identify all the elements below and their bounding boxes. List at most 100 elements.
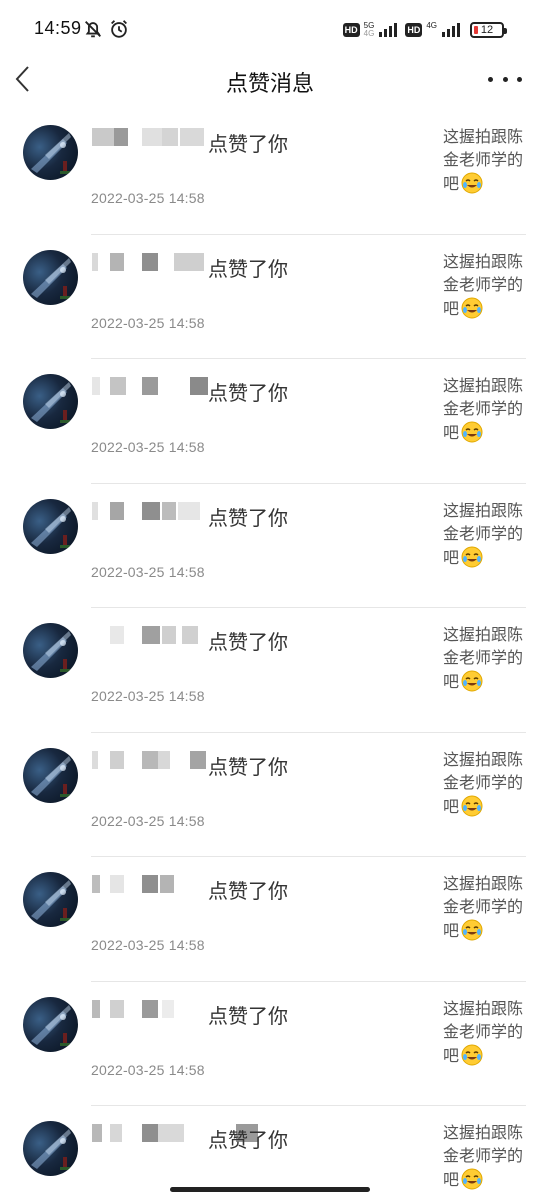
redaction-block bbox=[110, 750, 124, 769]
like-action-text: 点赞了你 bbox=[208, 507, 288, 530]
list-item[interactable]: 点赞了你 2022-03-25 14:58 这握拍跟陈金老师学的吧 bbox=[0, 733, 540, 857]
network-type-2: 4G bbox=[426, 21, 437, 30]
avatar[interactable] bbox=[23, 498, 78, 554]
redaction-block bbox=[110, 252, 124, 271]
laughing-crying-emoji-icon bbox=[461, 795, 483, 816]
redaction-block bbox=[190, 377, 208, 395]
post-preview[interactable]: 这握拍跟陈金老师学的吧 bbox=[443, 500, 529, 570]
redaction-block bbox=[160, 875, 174, 893]
redaction-block bbox=[110, 626, 124, 644]
redaction-block bbox=[158, 1124, 184, 1142]
username-redacted bbox=[92, 377, 208, 399]
redaction-block bbox=[174, 252, 204, 271]
avatar[interactable] bbox=[23, 249, 78, 305]
avatar[interactable] bbox=[23, 374, 78, 429]
redaction-block bbox=[162, 626, 176, 644]
redaction-block bbox=[142, 626, 160, 644]
username-redacted bbox=[92, 999, 208, 1022]
signal-bars-icon-2 bbox=[442, 23, 460, 37]
post-preview[interactable]: 这握拍跟陈金老师学的吧 bbox=[443, 749, 529, 819]
like-action-text: 点赞了你 bbox=[208, 258, 288, 281]
list-item[interactable]: 点赞了你 2022-03-25 14:58 这握拍跟陈金老师学的吧 bbox=[0, 484, 540, 608]
hd-badge: HD bbox=[342, 23, 360, 37]
battery-level: 12 bbox=[480, 24, 494, 36]
username-redacted bbox=[92, 1124, 258, 1146]
avatar[interactable] bbox=[23, 623, 78, 678]
like-action-text: 点赞了你 bbox=[208, 756, 288, 779]
timestamp: 2022-03-25 14:58 bbox=[91, 439, 205, 455]
laughing-crying-emoji-icon bbox=[461, 172, 483, 194]
redaction-block bbox=[92, 128, 114, 146]
redaction-block bbox=[110, 501, 124, 520]
redaction-block bbox=[162, 501, 176, 520]
list-item[interactable]: 点赞了你 2022-03-25 14:58 这握拍跟陈金老师学的吧 bbox=[0, 608, 540, 733]
redaction-block bbox=[92, 252, 98, 271]
laughing-crying-emoji-icon bbox=[461, 546, 483, 567]
list-item[interactable]: 点赞了你 这握拍跟陈金老师学的吧 bbox=[0, 1106, 540, 1200]
battery-icon: 12 bbox=[470, 22, 507, 38]
redaction-block bbox=[92, 1124, 102, 1142]
like-action-text: 点赞了你 bbox=[208, 1005, 288, 1028]
post-preview[interactable]: 这握拍跟陈金老师学的吧 bbox=[443, 375, 529, 445]
post-preview[interactable]: 这握拍跟陈金老师学的吧 bbox=[443, 126, 529, 196]
redaction-block bbox=[92, 750, 98, 769]
redaction-block bbox=[92, 377, 100, 395]
bell-muted-icon bbox=[85, 21, 101, 38]
list-item[interactable]: 点赞了你 2022-03-25 14:58 这握拍跟陈金老师学的吧 bbox=[0, 235, 540, 359]
redaction-block bbox=[142, 1124, 158, 1142]
page-title: 点赞消息 bbox=[225, 71, 314, 96]
timestamp: 2022-03-25 14:58 bbox=[91, 937, 205, 953]
timestamp: 2022-03-25 14:58 bbox=[91, 812, 205, 829]
redaction-block bbox=[92, 999, 100, 1018]
redaction-block bbox=[142, 501, 160, 520]
redaction-block bbox=[114, 128, 128, 146]
home-indicator[interactable] bbox=[170, 1187, 370, 1192]
like-action-text: 点赞了你 bbox=[208, 1130, 288, 1152]
timestamp: 2022-03-25 14:58 bbox=[91, 190, 205, 206]
alarm-clock-icon bbox=[111, 20, 127, 38]
status-bar: 14:59 HD 5G 4G HD 4G 12 bbox=[0, 0, 540, 58]
redaction-block bbox=[142, 750, 158, 769]
laughing-crying-emoji-icon bbox=[461, 421, 483, 443]
avatar[interactable] bbox=[23, 996, 78, 1052]
post-preview[interactable]: 这握拍跟陈金老师学的吧 bbox=[443, 624, 529, 694]
avatar[interactable] bbox=[23, 872, 78, 927]
username-redacted bbox=[92, 875, 208, 897]
laughing-crying-emoji-icon bbox=[461, 297, 483, 318]
username-redacted bbox=[92, 750, 208, 773]
laughing-crying-emoji-icon bbox=[461, 1044, 483, 1065]
redaction-block bbox=[142, 875, 158, 893]
hd-badge-2: HD bbox=[405, 23, 423, 37]
list-item[interactable]: 点赞了你 2022-03-25 14:58 这握拍跟陈金老师学的吧 bbox=[0, 982, 540, 1106]
laughing-crying-emoji-icon bbox=[461, 670, 483, 692]
redaction-block bbox=[162, 128, 178, 146]
list-item[interactable]: 点赞了你 2022-03-25 14:58 这握拍跟陈金老师学的吧 bbox=[0, 110, 540, 235]
post-preview[interactable]: 这握拍跟陈金老师学的吧 bbox=[443, 998, 529, 1068]
post-preview[interactable]: 这握拍跟陈金老师学的吧 bbox=[443, 873, 529, 943]
timestamp: 2022-03-25 14:58 bbox=[91, 1061, 205, 1078]
post-preview[interactable]: 这握拍跟陈金老师学的吧 bbox=[443, 1122, 529, 1192]
redaction-block bbox=[142, 128, 162, 146]
redaction-block bbox=[92, 501, 98, 520]
nav-header: 点赞消息 bbox=[0, 58, 540, 102]
redaction-block bbox=[142, 377, 158, 395]
redaction-block bbox=[142, 252, 158, 271]
avatar[interactable] bbox=[23, 1121, 78, 1176]
avatar[interactable] bbox=[23, 125, 78, 180]
laughing-crying-emoji-icon bbox=[461, 1168, 483, 1190]
like-action-text: 点赞了你 bbox=[208, 134, 288, 156]
username-redacted bbox=[92, 626, 208, 648]
list-item[interactable]: 点赞了你 2022-03-25 14:58 这握拍跟陈金老师学的吧 bbox=[0, 359, 540, 484]
redaction-block bbox=[178, 501, 200, 520]
username-redacted bbox=[92, 501, 208, 524]
signal-bars-icon bbox=[379, 23, 398, 37]
redaction-block bbox=[110, 377, 126, 395]
post-preview[interactable]: 这握拍跟陈金老师学的吧 bbox=[443, 251, 529, 321]
redaction-block bbox=[110, 1124, 122, 1142]
more-dots-icon[interactable] bbox=[488, 64, 522, 94]
avatar[interactable] bbox=[23, 747, 78, 803]
like-action-text: 点赞了你 bbox=[208, 383, 288, 405]
list-item[interactable]: 点赞了你 2022-03-25 14:58 这握拍跟陈金老师学的吧 bbox=[0, 857, 540, 982]
username-redacted bbox=[92, 128, 208, 150]
username-redacted bbox=[92, 252, 208, 275]
